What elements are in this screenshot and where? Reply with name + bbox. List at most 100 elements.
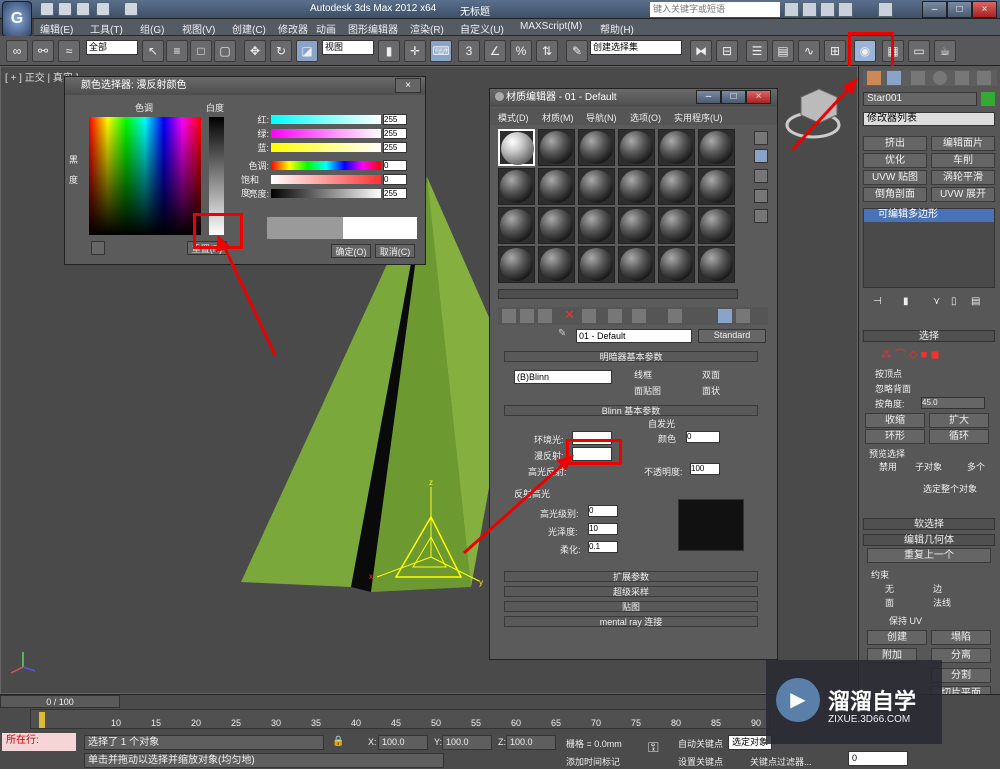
mat-menu-navigation[interactable]: 导航(N) [586, 111, 617, 124]
repeat-last-button[interactable]: 重复上一个 [867, 548, 991, 563]
menu-tools[interactable]: 工具(T) [90, 21, 123, 36]
new-icon[interactable] [40, 2, 54, 16]
current-frame-marker[interactable] [39, 712, 45, 728]
auto-key-button[interactable]: 自动关键点 [678, 737, 723, 750]
menu-graph-editors[interactable]: 图形编辑器 [348, 21, 398, 36]
assign-to-selection-icon[interactable] [538, 309, 552, 323]
key-icon[interactable] [802, 2, 817, 17]
uv-tiling-icon[interactable] [754, 189, 768, 203]
edit-named-sel-icon[interactable]: ✎ [566, 40, 588, 62]
backlight-icon[interactable] [754, 149, 768, 163]
uvw-map-button[interactable]: UVW 贴图 [863, 170, 927, 185]
unwrap-uvw-button[interactable]: UVW 展开 [931, 187, 995, 202]
bevel-profile-button[interactable]: 倒角剖面 [863, 187, 927, 202]
extended-params-rollout[interactable]: 扩展参数 [504, 571, 758, 582]
faceted-checkbox[interactable]: 面状 [702, 384, 720, 397]
open-icon[interactable] [58, 2, 72, 16]
app-menu-button[interactable]: G [2, 1, 32, 37]
minimize-button[interactable]: – [922, 1, 947, 18]
help-icon[interactable] [878, 2, 893, 17]
scale-icon[interactable]: ◪ [296, 40, 318, 62]
modify-tab-icon[interactable] [887, 71, 901, 85]
show-map-icon[interactable] [718, 309, 732, 323]
track-bar[interactable]: 10 15 20 25 30 35 40 45 50 55 60 65 70 7… [30, 709, 770, 729]
sample-slot[interactable] [538, 207, 575, 244]
z-coord[interactable]: 100.0 [506, 735, 556, 750]
mat-maximize-button[interactable]: □ [721, 90, 746, 104]
add-time-tag[interactable]: 添加时间标记 [566, 755, 620, 768]
sample-slot[interactable] [618, 129, 655, 166]
sample-slot[interactable] [698, 246, 735, 283]
create-button[interactable]: 创建 [867, 630, 927, 645]
angle-value[interactable]: 45.0 [921, 397, 985, 409]
subobject-icons[interactable]: ⁂ ⌒ ◇ ■ ◼ [881, 346, 981, 361]
curve-editor-icon[interactable]: ∿ [798, 40, 820, 62]
color-picker-close-button[interactable]: × [395, 78, 421, 93]
select-by-name-icon[interactable]: ≡ [166, 40, 188, 62]
optimize-button[interactable]: 优化 [863, 153, 927, 168]
soften-value[interactable]: 0.1 [588, 541, 618, 553]
menu-group[interactable]: 组(G) [140, 21, 164, 36]
hue-slider[interactable] [271, 161, 381, 170]
lathe-button[interactable]: 车削 [931, 153, 995, 168]
create-tab-icon[interactable] [867, 71, 881, 85]
green-slider[interactable] [271, 129, 381, 138]
schematic-view-icon[interactable]: ⊞ [824, 40, 846, 62]
y-coord[interactable]: 100.0 [442, 735, 492, 750]
sample-slot[interactable] [658, 168, 695, 205]
glossiness-value[interactable]: 10 [588, 523, 618, 535]
mat-menu-mode[interactable]: 模式(D) [498, 111, 529, 124]
motion-tab-icon[interactable] [933, 71, 947, 85]
show-end-result-icon[interactable] [736, 309, 750, 323]
menu-help[interactable]: 帮助(H) [600, 21, 634, 36]
sample-slot[interactable] [698, 129, 735, 166]
sample-slot[interactable] [618, 246, 655, 283]
ok-button[interactable]: 确定(O) [331, 244, 371, 258]
menu-edit[interactable]: 编辑(E) [40, 21, 73, 36]
blue-value[interactable]: 255 [383, 142, 407, 153]
face-map-checkbox[interactable]: 面贴图 [634, 384, 661, 397]
region-select-icon[interactable]: □ [190, 40, 212, 62]
sample-slot[interactable] [618, 207, 655, 244]
close-button[interactable]: × [972, 1, 997, 18]
sample-slot[interactable] [498, 246, 535, 283]
constraint-face-radio[interactable]: 面 [885, 596, 894, 609]
put-to-scene-icon[interactable] [520, 309, 534, 323]
bind-space-warp-icon[interactable]: ≈ [58, 40, 80, 62]
background-icon[interactable] [754, 169, 768, 183]
unlink-icon[interactable]: ⚯ [32, 40, 54, 62]
opacity-value[interactable]: 100 [690, 463, 720, 475]
mental-ray-rollout[interactable]: mental ray 连接 [504, 616, 758, 627]
ring-button[interactable]: 环形 [865, 429, 925, 444]
shrink-button[interactable]: 收缩 [865, 413, 925, 428]
saturation-slider[interactable] [271, 175, 381, 184]
remove-modifier-icon[interactable]: ▯ [951, 296, 957, 307]
key-icon[interactable]: ⚿ [648, 739, 659, 756]
lock-icon[interactable]: 🔒 [332, 736, 344, 747]
sample-slot[interactable] [578, 129, 615, 166]
mat-minimize-button[interactable]: – [696, 90, 721, 104]
preserve-uv-checkbox[interactable]: 保持 UV [889, 614, 922, 627]
red-value[interactable]: 255 [383, 114, 407, 125]
selection-filter-dropdown[interactable]: 全部 [86, 40, 138, 55]
sample-slot[interactable] [578, 246, 615, 283]
current-frame-field[interactable]: 0 [848, 751, 908, 766]
constraint-none-radio[interactable]: 无 [885, 582, 894, 595]
put-to-library-icon[interactable] [632, 309, 646, 323]
graphite-icon[interactable]: ▤ [772, 40, 794, 62]
menu-modifiers[interactable]: 修改器 [278, 21, 308, 36]
object-color-swatch[interactable] [981, 92, 995, 106]
sample-slot[interactable] [658, 129, 695, 166]
sample-slot[interactable] [498, 168, 535, 205]
sample-slot[interactable] [578, 207, 615, 244]
extrude-button[interactable]: 挤出 [863, 136, 927, 151]
make-unique-icon[interactable] [608, 309, 622, 323]
eyedropper-icon[interactable]: ✎ [558, 328, 572, 342]
rotate-icon[interactable]: ↻ [270, 40, 292, 62]
self-illum-value[interactable]: 0 [686, 431, 720, 443]
rendered-frame-icon[interactable]: ▭ [908, 40, 930, 62]
maps-rollout[interactable]: 贴图 [504, 601, 758, 612]
display-tab-icon[interactable] [955, 71, 969, 85]
preview-subobj-radio[interactable]: 子对象 [915, 460, 942, 473]
keyboard-shortcut-icon[interactable]: ⌨ [430, 40, 452, 62]
